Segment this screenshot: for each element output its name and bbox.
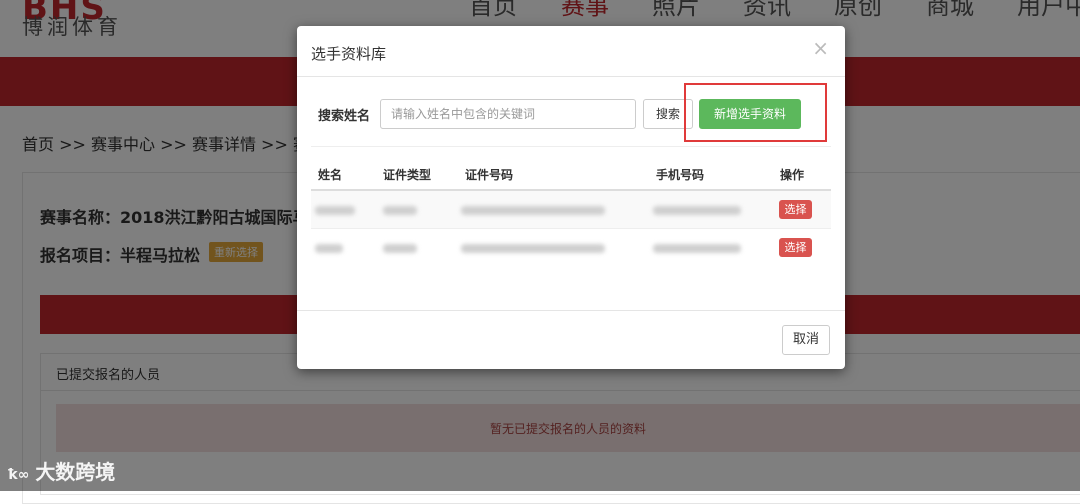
modal-header: 选手资料库 × bbox=[297, 26, 845, 77]
choose-button[interactable]: 选择 bbox=[779, 200, 812, 219]
redacted-id-type bbox=[383, 206, 417, 215]
table-row: 选择 bbox=[311, 191, 831, 228]
redacted-name bbox=[315, 244, 343, 253]
watermark-logo-icon: ꝁ∞ bbox=[8, 467, 30, 483]
col-action: 操作 bbox=[780, 168, 805, 182]
redacted-name bbox=[315, 206, 355, 215]
col-name: 姓名 bbox=[318, 168, 343, 182]
col-id-number: 证件号码 bbox=[465, 168, 514, 182]
col-phone: 手机号码 bbox=[656, 168, 705, 182]
choose-button[interactable]: 选择 bbox=[779, 238, 812, 257]
redacted-id-number bbox=[461, 244, 605, 253]
highlight-box bbox=[684, 83, 827, 142]
redacted-id-number bbox=[461, 206, 605, 215]
redacted-phone bbox=[653, 206, 741, 215]
modal-footer-divider bbox=[297, 310, 845, 311]
table-row: 选择 bbox=[311, 228, 831, 266]
col-id-type: 证件类型 bbox=[383, 168, 432, 182]
search-label: 搜索姓名 bbox=[318, 109, 371, 124]
search-separator bbox=[311, 146, 831, 147]
redacted-phone bbox=[653, 244, 741, 253]
modal-title: 选手资料库 bbox=[311, 45, 387, 63]
cancel-button[interactable]: 取消 bbox=[782, 325, 830, 355]
search-input[interactable] bbox=[380, 99, 636, 129]
watermark: ꝁ∞ 大数跨境 bbox=[8, 456, 115, 485]
redacted-id-type bbox=[383, 244, 417, 253]
close-icon[interactable]: × bbox=[812, 38, 829, 58]
athlete-library-modal: 选手资料库 × 搜索姓名 搜索 新增选手资料 姓名 证件类型 证件号码 手机号码… bbox=[297, 26, 845, 369]
watermark-text: 大数跨境 bbox=[35, 460, 116, 484]
